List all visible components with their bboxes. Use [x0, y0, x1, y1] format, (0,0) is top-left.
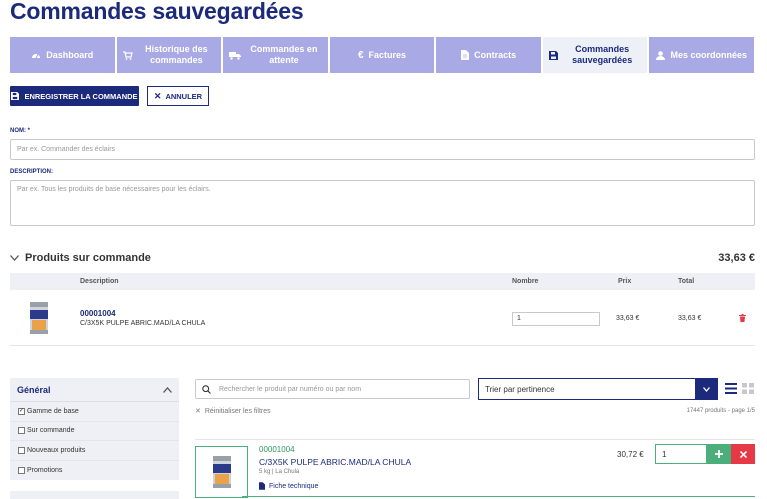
document-icon	[259, 482, 265, 490]
filter-group-title: Général	[17, 384, 51, 395]
close-icon: ✕	[195, 408, 201, 415]
row-total: 33,63 €	[678, 315, 702, 322]
quantity-input[interactable]: 1	[512, 312, 600, 326]
checkbox-checked[interactable]: ✓	[18, 407, 25, 415]
product-thumbnail	[30, 302, 48, 334]
cancel-button[interactable]: ✕ ANNULER	[147, 86, 209, 106]
tab-label: Commandes en attente	[250, 44, 318, 65]
filter-option-on-order[interactable]: Sur commande	[10, 422, 179, 441]
product-price: 30,72 €	[617, 450, 644, 459]
product-thumbnail	[212, 456, 231, 488]
reset-filters-link[interactable]: ✕ Réinitialiser les filtres	[195, 407, 271, 416]
checkbox[interactable]	[18, 466, 25, 474]
cart-icon	[122, 50, 133, 60]
sort-select[interactable]: Trier par pertinence	[478, 378, 718, 400]
order-section-header[interactable]: Produits sur commande 33,63 €	[10, 251, 755, 265]
plus-icon	[715, 450, 723, 458]
dashboard-icon	[32, 53, 41, 58]
tab-order-history[interactable]: Historique des commandes	[116, 37, 222, 73]
product-image[interactable]	[195, 446, 248, 498]
filter-option-base-range[interactable]: ✓ Gamme de base	[10, 402, 179, 422]
remove-button[interactable]	[731, 444, 755, 464]
save-order-label: ENREGISTRER LA COMMANDE	[24, 91, 138, 101]
filter-group-header[interactable]: Général	[10, 378, 179, 402]
name-field-label: NOM: *	[10, 128, 30, 134]
description-field[interactable]: Par ex. Tous les produits de base nécess…	[10, 180, 755, 226]
tab-saved-orders[interactable]: Commandes sauvegardées	[542, 37, 648, 73]
tab-label: Commandes sauvegardées	[572, 44, 633, 65]
list-view-icon[interactable]	[725, 383, 737, 394]
sort-selected-value: Trier par pertinence	[485, 384, 555, 394]
sort-dropdown-button[interactable]	[695, 379, 717, 399]
user-icon	[656, 50, 666, 60]
tab-label: Factures	[368, 49, 407, 60]
product-count: 17447 produits - page 1/5	[686, 408, 755, 414]
search-placeholder: Rechercher le produit par numéro ou par …	[219, 385, 362, 393]
tab-label: Mes coordonnées	[670, 49, 748, 60]
chevron-down-icon	[10, 255, 19, 261]
page-title: Commandes sauvegardées	[10, 0, 304, 24]
filter-option-promotions[interactable]: Promotions	[10, 461, 179, 481]
add-to-order-button[interactable]	[707, 444, 731, 464]
tab-pending-orders[interactable]: Commandes en attente	[223, 37, 328, 73]
tab-dashboard[interactable]: Dashboard	[10, 37, 115, 73]
truck-icon	[229, 51, 242, 60]
chevron-down-icon	[702, 386, 710, 392]
table-row: 00001004 C/3X5K PULPE ABRIC.MAD/LA CHULA…	[10, 292, 755, 346]
column-total: Total	[678, 278, 695, 285]
filter-option-label: Sur commande	[27, 427, 75, 435]
column-description: Description	[80, 278, 119, 285]
tab-label: Historique des commandes	[145, 44, 208, 65]
product-card: 00001004 C/3X5K PULPE ABRIC.MAD/LA CHULA…	[195, 439, 755, 499]
grid-view-icon[interactable]	[742, 383, 754, 394]
product-search-input[interactable]: Rechercher le produit par numéro ou par …	[195, 379, 470, 399]
account-tabs: Dashboard Historique des commandes Comma…	[10, 37, 755, 73]
save-icon	[11, 92, 20, 100]
order-total: 33,63 €	[718, 252, 755, 264]
filter-option-new-products[interactable]: Nouveaux produits	[10, 441, 179, 461]
trash-icon[interactable]	[739, 314, 746, 322]
save-icon	[548, 50, 558, 60]
checkbox[interactable]	[18, 446, 25, 454]
cancel-label: ANNULER	[165, 91, 203, 101]
close-icon	[739, 450, 747, 458]
quantity-input[interactable]: 1	[655, 444, 707, 464]
order-section-title: Produits sur commande	[25, 252, 151, 264]
filter-panel: Général ✓ Gamme de base Sur commande Nou…	[10, 378, 179, 480]
product-code[interactable]: 00001004	[259, 445, 295, 454]
save-order-button[interactable]: ENREGISTRER LA COMMANDE	[10, 86, 139, 106]
name-field[interactable]: Par ex. Commander des éclairs	[10, 139, 755, 160]
tab-label: Dashboard	[46, 49, 94, 60]
datasheet-label: Fiche technique	[269, 482, 319, 490]
product-code[interactable]: 00001004	[80, 309, 116, 318]
datasheet-link[interactable]: Fiche technique	[259, 482, 318, 490]
search-icon	[202, 384, 211, 394]
document-icon	[461, 50, 470, 60]
filter-option-label: Gamme de base	[27, 407, 79, 415]
product-name[interactable]: C/3X5K PULPE ABRIC.MAD/LA CHULA	[259, 457, 411, 467]
tab-label: Contracts	[474, 49, 517, 60]
order-table-header: Description Nombre Prix Total	[10, 273, 755, 290]
product-name: C/3X5K PULPE ABRIC.MAD/LA CHULA	[80, 320, 206, 327]
chevron-up-icon	[163, 386, 172, 393]
row-price: 33,63 €	[616, 315, 640, 322]
filter-panel-next	[10, 491, 179, 499]
tab-invoices[interactable]: € Factures	[329, 37, 435, 73]
column-quantity: Nombre	[512, 278, 539, 285]
product-meta: 5 kg | La Chula	[259, 469, 300, 475]
reset-filters-label: Réinitialiser les filtres	[204, 407, 271, 415]
checkbox[interactable]	[18, 427, 25, 435]
filter-option-label: Nouveaux produits	[27, 446, 86, 454]
column-price: Prix	[618, 278, 632, 285]
close-icon: ✕	[153, 90, 162, 101]
tab-my-details[interactable]: Mes coordonnées	[649, 37, 755, 73]
description-field-label: DESCRIPTION:	[10, 169, 54, 175]
tab-contracts[interactable]: Contracts	[436, 37, 541, 73]
filter-option-label: Promotions	[27, 466, 63, 474]
euro-icon: €	[357, 49, 364, 61]
